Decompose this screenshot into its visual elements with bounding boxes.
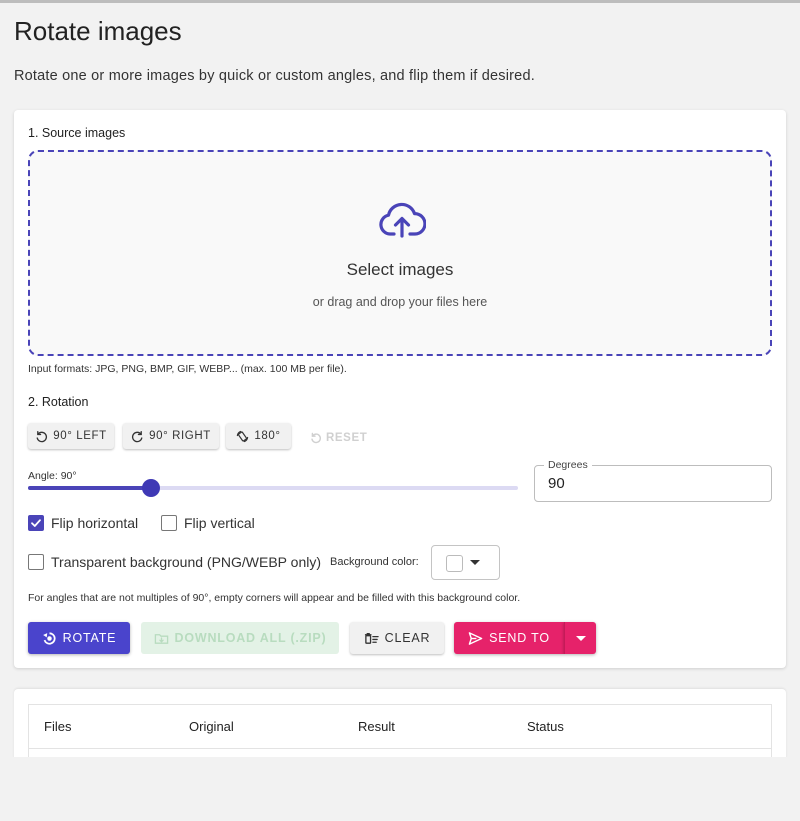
angle-slider-track bbox=[28, 486, 151, 490]
download-all-zip-button[interactable]: DOWNLOAD ALL (.ZIP) bbox=[141, 622, 339, 654]
angle-slider[interactable] bbox=[28, 479, 518, 497]
rotate-button-label: ROTATE bbox=[62, 631, 117, 645]
rotate-left-90-label: 90° LEFT bbox=[53, 430, 107, 442]
section-label-rotation: 2. Rotation bbox=[28, 395, 89, 409]
table-header-divider bbox=[29, 748, 771, 749]
dropzone-title: Select images bbox=[346, 260, 454, 279]
top-border bbox=[0, 0, 800, 3]
rotate-180-button[interactable]: 180° bbox=[226, 423, 291, 449]
section-label-source: 1. Source images bbox=[28, 126, 126, 140]
cloud-upload-icon bbox=[379, 202, 426, 238]
transparent-background-checkbox[interactable] bbox=[28, 554, 44, 570]
reset-label: RESET bbox=[326, 432, 368, 444]
rotate-right-90-label: 90° RIGHT bbox=[149, 430, 211, 442]
rotate-right-icon bbox=[132, 430, 143, 442]
angle-slider-thumb[interactable] bbox=[141, 479, 160, 497]
column-header-result: Result bbox=[358, 719, 395, 734]
reset-icon bbox=[311, 432, 321, 444]
background-color-picker[interactable] bbox=[431, 545, 500, 580]
download-all-zip-label: DOWNLOAD ALL (.ZIP) bbox=[174, 631, 327, 645]
image-dropzone[interactable]: Select images or drag and drop your file… bbox=[28, 150, 772, 356]
chevron-down-icon bbox=[575, 635, 586, 641]
column-header-original: Original bbox=[189, 719, 234, 734]
rotate-180-icon bbox=[237, 430, 249, 442]
folder-download-icon bbox=[154, 633, 168, 644]
transparent-background-option[interactable]: Transparent background (PNG/WEBP only) bbox=[28, 554, 321, 570]
flip-horizontal-label: Flip horizontal bbox=[51, 515, 139, 531]
degrees-input[interactable] bbox=[548, 475, 748, 492]
flip-vertical-checkbox[interactable] bbox=[161, 515, 177, 531]
results-table: Files Original Result Status bbox=[28, 704, 772, 759]
send-to-label: SEND TO bbox=[489, 631, 550, 645]
results-card: Files Original Result Status bbox=[14, 689, 786, 759]
rotate-settings-card: 1. Source images Select images or drag a… bbox=[14, 110, 786, 668]
rotate-left-icon bbox=[36, 430, 48, 442]
send-icon bbox=[468, 631, 483, 645]
transparent-background-label: Transparent background (PNG/WEBP only) bbox=[51, 554, 322, 570]
page-background bbox=[0, 757, 800, 821]
send-to-button[interactable]: SEND TO bbox=[454, 622, 564, 654]
clear-button-label: CLEAR bbox=[384, 631, 431, 645]
rotate-180-label: 180° bbox=[254, 430, 281, 442]
flip-vertical-option[interactable]: Flip vertical bbox=[161, 515, 255, 531]
rotate-right-90-button[interactable]: 90° RIGHT bbox=[123, 423, 219, 449]
degrees-field[interactable]: Degrees bbox=[534, 459, 772, 502]
background-color-swatch bbox=[446, 555, 463, 572]
rotate-button[interactable]: ROTATE bbox=[28, 622, 130, 654]
corners-note: For angles that are not multiples of 90°… bbox=[28, 592, 521, 604]
flip-horizontal-option[interactable]: Flip horizontal bbox=[28, 515, 138, 531]
chevron-down-icon bbox=[470, 560, 480, 565]
column-header-status: Status bbox=[527, 719, 564, 734]
background-color-label: Background color: bbox=[330, 556, 419, 568]
flip-vertical-label: Flip vertical bbox=[184, 515, 255, 531]
check-icon bbox=[31, 519, 41, 527]
input-formats-note: Input formats: JPG, PNG, BMP, GIF, WEBP.… bbox=[28, 363, 347, 375]
rotate-left-90-button[interactable]: 90° LEFT bbox=[28, 423, 114, 449]
column-header-files: Files bbox=[44, 719, 72, 734]
angle-label: Angle: 90° bbox=[28, 470, 77, 482]
page-title: Rotate images bbox=[14, 16, 182, 46]
clear-list-icon bbox=[364, 632, 379, 644]
reset-button[interactable]: RESET bbox=[310, 425, 367, 451]
page-description: Rotate one or more images by quick or cu… bbox=[14, 68, 535, 84]
flip-horizontal-checkbox[interactable] bbox=[28, 515, 44, 531]
dropzone-subtitle: or drag and drop your files here bbox=[312, 295, 488, 309]
send-to-menu-button[interactable] bbox=[564, 622, 596, 654]
degrees-label: Degrees bbox=[544, 459, 592, 471]
clear-button[interactable]: CLEAR bbox=[350, 622, 444, 654]
rotate-image-icon bbox=[42, 631, 56, 645]
